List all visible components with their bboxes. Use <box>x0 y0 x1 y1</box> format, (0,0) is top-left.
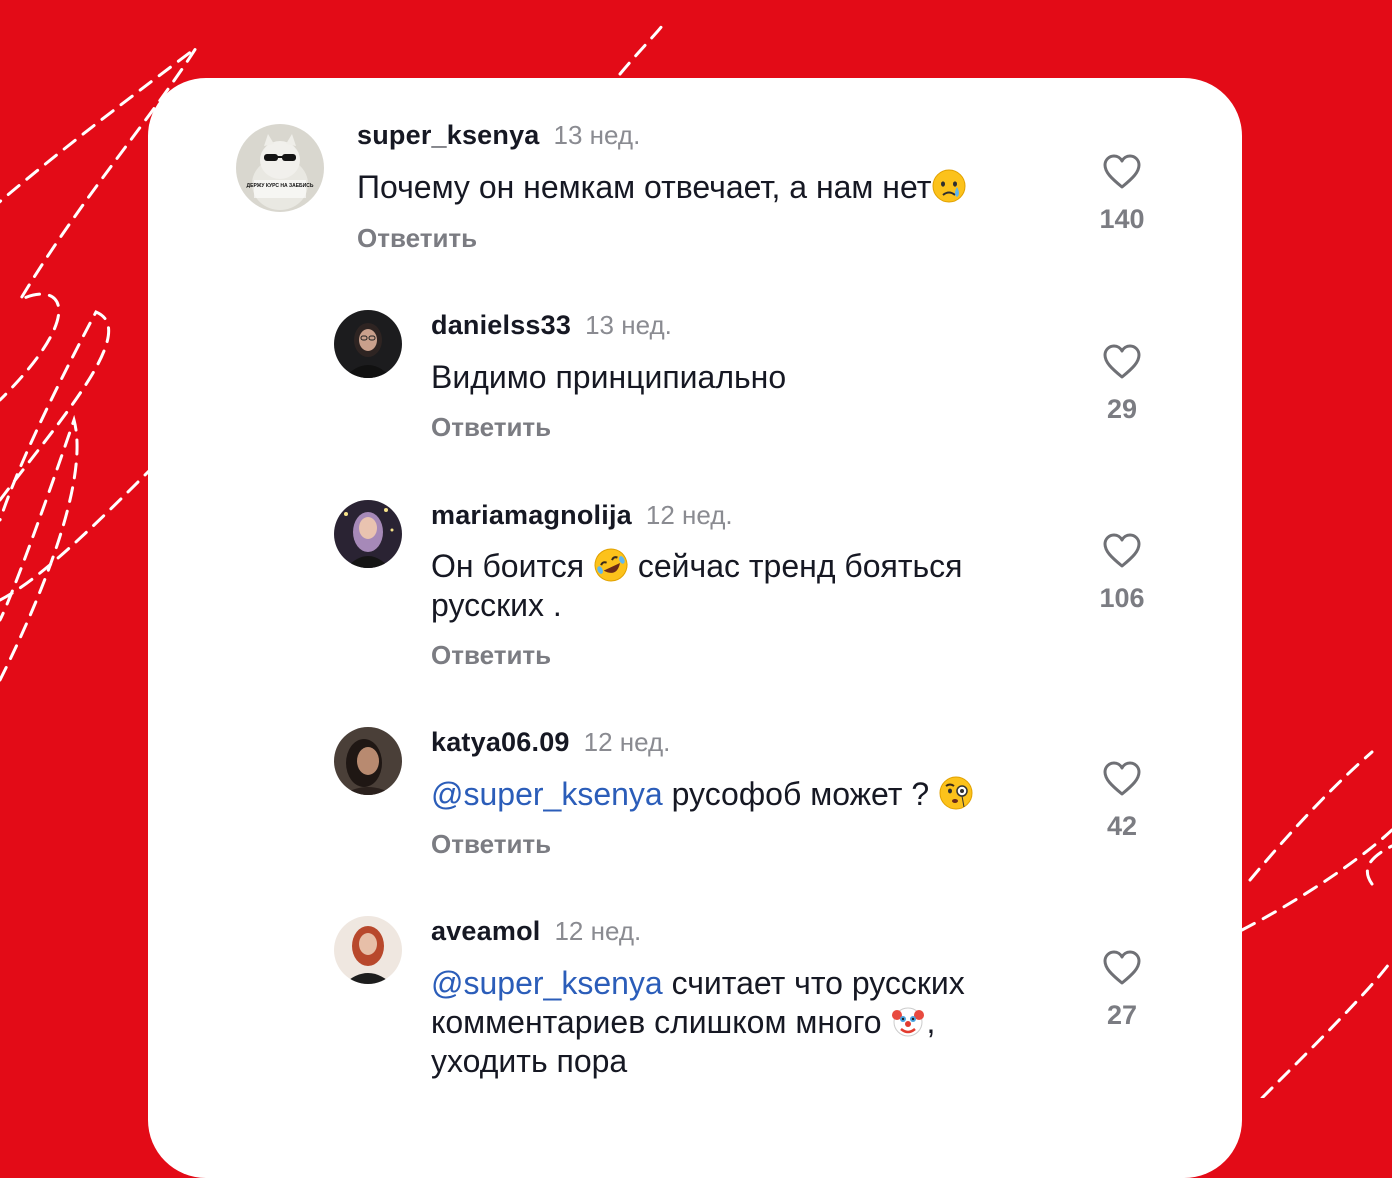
crying-face-emoji <box>931 168 967 204</box>
comment-text: Видимо принципиально <box>431 359 787 395</box>
comment-header: super_ksenya 13 нед. <box>357 122 640 149</box>
like-button[interactable]: 27 <box>1082 950 1162 1029</box>
comment-header: katya06.09 12 нед. <box>431 729 670 756</box>
heart-outline-icon <box>1103 154 1141 189</box>
comment-body: Он боится <box>431 548 585 584</box>
rofl-emoji <box>593 547 629 583</box>
like-count: 140 <box>1099 204 1145 234</box>
username[interactable]: aveamol <box>431 916 540 946</box>
comment-text: Почему он немкам отвечает, а нам нет <box>357 168 1037 207</box>
like-button[interactable]: 29 <box>1082 344 1162 423</box>
avatar[interactable]: ДЕРЖУ КУРС НА ЗАЕБИСЬ <box>236 124 324 212</box>
username[interactable]: super_ksenya <box>357 120 540 150</box>
username[interactable]: mariamagnolija <box>431 500 632 530</box>
timestamp: 12 нед. <box>554 916 642 946</box>
comment-body: русофоб может ? <box>671 776 930 812</box>
timestamp: 12 нед. <box>583 727 671 757</box>
avatar-caption: ДЕРЖУ КУРС НА ЗАЕБИСЬ <box>247 183 314 189</box>
heart-outline-icon <box>1103 533 1141 568</box>
timestamp: 12 нед. <box>645 500 733 530</box>
comment-text: Он боится сейчас тренд бояться русских . <box>431 547 1031 625</box>
comment-header: mariamagnolija 12 нед. <box>431 502 733 529</box>
username[interactable]: danielss33 <box>431 310 571 340</box>
reply-button[interactable]: Ответить <box>431 831 551 857</box>
reply-button[interactable]: Ответить <box>431 414 551 440</box>
comment-header: aveamol 12 нед. <box>431 918 641 945</box>
like-button[interactable]: 106 <box>1082 533 1162 612</box>
clown-face-emoji <box>890 1003 926 1039</box>
reply-button[interactable]: Ответить <box>431 642 551 668</box>
like-count: 29 <box>1106 394 1138 424</box>
comment-body: Почему он немкам отвечает, а нам нет <box>357 169 932 205</box>
timestamp: 13 нед. <box>553 120 641 150</box>
comment-text: @super_ksenya русофоб может ? <box>431 775 1071 814</box>
avatar[interactable] <box>334 916 402 984</box>
avatar[interactable] <box>334 500 402 568</box>
timestamp: 13 нед. <box>585 310 672 340</box>
mention-link[interactable]: @super_ksenya <box>431 776 663 812</box>
heart-outline-icon <box>1103 761 1141 796</box>
monocle-face-emoji <box>938 775 974 811</box>
like-button[interactable]: 140 <box>1082 154 1162 233</box>
comment-text: @super_ksenya считает что русских коммен… <box>431 964 1021 1081</box>
mention-link[interactable]: @super_ksenya <box>431 965 663 1001</box>
heart-outline-icon <box>1103 950 1141 985</box>
avatar[interactable] <box>334 310 402 378</box>
like-button[interactable]: 42 <box>1082 761 1162 840</box>
username[interactable]: katya06.09 <box>431 727 570 757</box>
like-count: 27 <box>1106 1000 1138 1030</box>
like-count: 42 <box>1106 811 1138 841</box>
heart-outline-icon <box>1103 344 1141 379</box>
comment-header: danielss33 13 нед. <box>431 312 672 339</box>
like-count: 106 <box>1099 583 1145 613</box>
avatar[interactable] <box>334 727 402 795</box>
reply-button[interactable]: Ответить <box>357 225 477 251</box>
